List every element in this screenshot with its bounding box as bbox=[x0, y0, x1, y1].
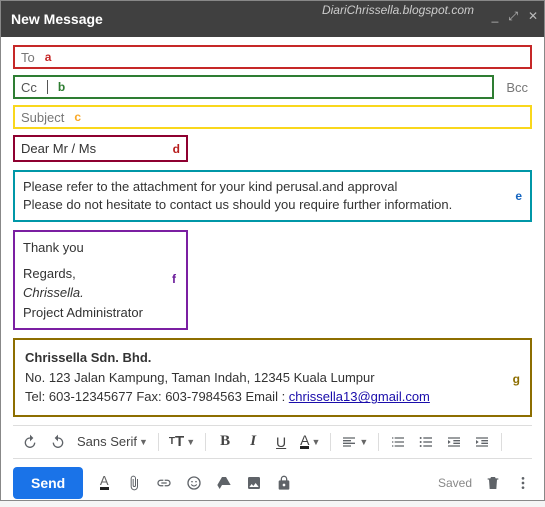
cc-field[interactable]: Cc b bbox=[13, 75, 494, 99]
redo-button[interactable] bbox=[49, 432, 67, 452]
chevron-down-icon: ▼ bbox=[139, 437, 148, 447]
titlebar: New Message DiariChrissella.blogspot.com… bbox=[1, 1, 544, 37]
greeting-box[interactable]: Dear Mr / Ms d bbox=[13, 135, 188, 162]
insert-link-button[interactable] bbox=[155, 473, 173, 493]
indent-less-button[interactable] bbox=[445, 432, 463, 452]
compose-body: To a Cc b Bcc Subject c Dear Mr / Ms d bbox=[1, 37, 544, 417]
signature-company: Chrissella Sdn. Bhd. bbox=[25, 348, 520, 368]
chevron-down-icon: ▼ bbox=[186, 437, 195, 447]
chevron-down-icon: ▼ bbox=[359, 437, 368, 447]
annotation-e: e bbox=[515, 188, 522, 205]
subject-field[interactable]: Subject c bbox=[13, 105, 532, 129]
cc-label: Cc bbox=[21, 80, 37, 95]
to-label: To bbox=[21, 50, 35, 65]
closing-box[interactable]: Thank you Regards, Chrissella. Project A… bbox=[13, 230, 188, 330]
insert-drive-button[interactable] bbox=[215, 473, 233, 493]
subject-label: Subject bbox=[21, 110, 64, 125]
underline-button[interactable]: U bbox=[272, 432, 290, 452]
indent-more-button[interactable] bbox=[473, 432, 491, 452]
undo-button[interactable] bbox=[21, 432, 39, 452]
attach-file-button[interactable] bbox=[125, 473, 143, 493]
formatting-options-button[interactable]: A bbox=[95, 473, 113, 493]
compose-window: New Message DiariChrissella.blogspot.com… bbox=[0, 0, 545, 501]
signature-contact-prefix: Tel: 603-12345677 Fax: 603-7984563 Email… bbox=[25, 389, 289, 404]
body-line2: Please do not hesitate to contact us sho… bbox=[23, 196, 452, 214]
annotation-f: f bbox=[172, 270, 176, 288]
annotation-c: c bbox=[74, 110, 81, 124]
format-toolbar: Sans Serif▼ TT▼ B I U A▼ ▼ bbox=[13, 425, 532, 459]
annotation-b: b bbox=[58, 80, 65, 94]
expand-icon[interactable]: ⤢ bbox=[508, 9, 518, 24]
annotation-g: g bbox=[513, 370, 520, 388]
body-text: Please refer to the attachment for your … bbox=[23, 178, 452, 214]
send-button[interactable]: Send bbox=[13, 467, 83, 499]
signature-contact: Tel: 603-12345677 Fax: 603-7984563 Email… bbox=[25, 387, 520, 407]
signature-email-link[interactable]: chrissella13@gmail.com bbox=[289, 389, 430, 404]
confidential-mode-button[interactable] bbox=[275, 473, 293, 493]
align-button[interactable]: ▼ bbox=[341, 432, 368, 452]
signature-box[interactable]: Chrissella Sdn. Bhd. No. 123 Jalan Kampu… bbox=[13, 338, 532, 417]
minimize-icon[interactable]: _ bbox=[492, 9, 499, 24]
to-field[interactable]: To a bbox=[13, 45, 532, 69]
window-controls: _ ⤢ ✕ bbox=[492, 9, 538, 24]
bottom-bar: Send A Saved bbox=[1, 459, 544, 507]
more-options-button[interactable] bbox=[514, 473, 532, 493]
watermark: DiariChrissella.blogspot.com bbox=[322, 3, 474, 17]
insert-emoji-button[interactable] bbox=[185, 473, 203, 493]
font-size-select[interactable]: TT▼ bbox=[169, 432, 195, 452]
italic-button[interactable]: I bbox=[244, 432, 262, 452]
text-color-button[interactable]: A▼ bbox=[300, 432, 320, 452]
numbered-list-button[interactable] bbox=[389, 432, 407, 452]
body-box[interactable]: Please refer to the attachment for your … bbox=[13, 170, 532, 222]
discard-button[interactable] bbox=[484, 473, 502, 493]
bold-button[interactable]: B bbox=[216, 432, 234, 452]
annotation-a: a bbox=[45, 50, 52, 64]
signature-address: No. 123 Jalan Kampung, Taman Indah, 1234… bbox=[25, 368, 520, 388]
chevron-down-icon: ▼ bbox=[311, 437, 320, 447]
font-family-select[interactable]: Sans Serif▼ bbox=[77, 432, 148, 452]
body-line1: Please refer to the attachment for your … bbox=[23, 178, 452, 196]
bulleted-list-button[interactable] bbox=[417, 432, 435, 452]
annotation-d: d bbox=[173, 142, 180, 156]
window-title: New Message bbox=[11, 11, 103, 27]
saved-status: Saved bbox=[438, 476, 472, 490]
bcc-button[interactable]: Bcc bbox=[502, 80, 532, 95]
closing-regards: Regards, bbox=[23, 264, 178, 284]
closing-role: Project Administrator bbox=[23, 303, 178, 323]
text-cursor bbox=[47, 80, 48, 94]
closing-thankyou: Thank you bbox=[23, 238, 178, 258]
closing-name: Chrissella. bbox=[23, 283, 178, 303]
greeting-text: Dear Mr / Ms bbox=[21, 141, 96, 156]
close-icon[interactable]: ✕ bbox=[528, 9, 538, 24]
insert-photo-button[interactable] bbox=[245, 473, 263, 493]
